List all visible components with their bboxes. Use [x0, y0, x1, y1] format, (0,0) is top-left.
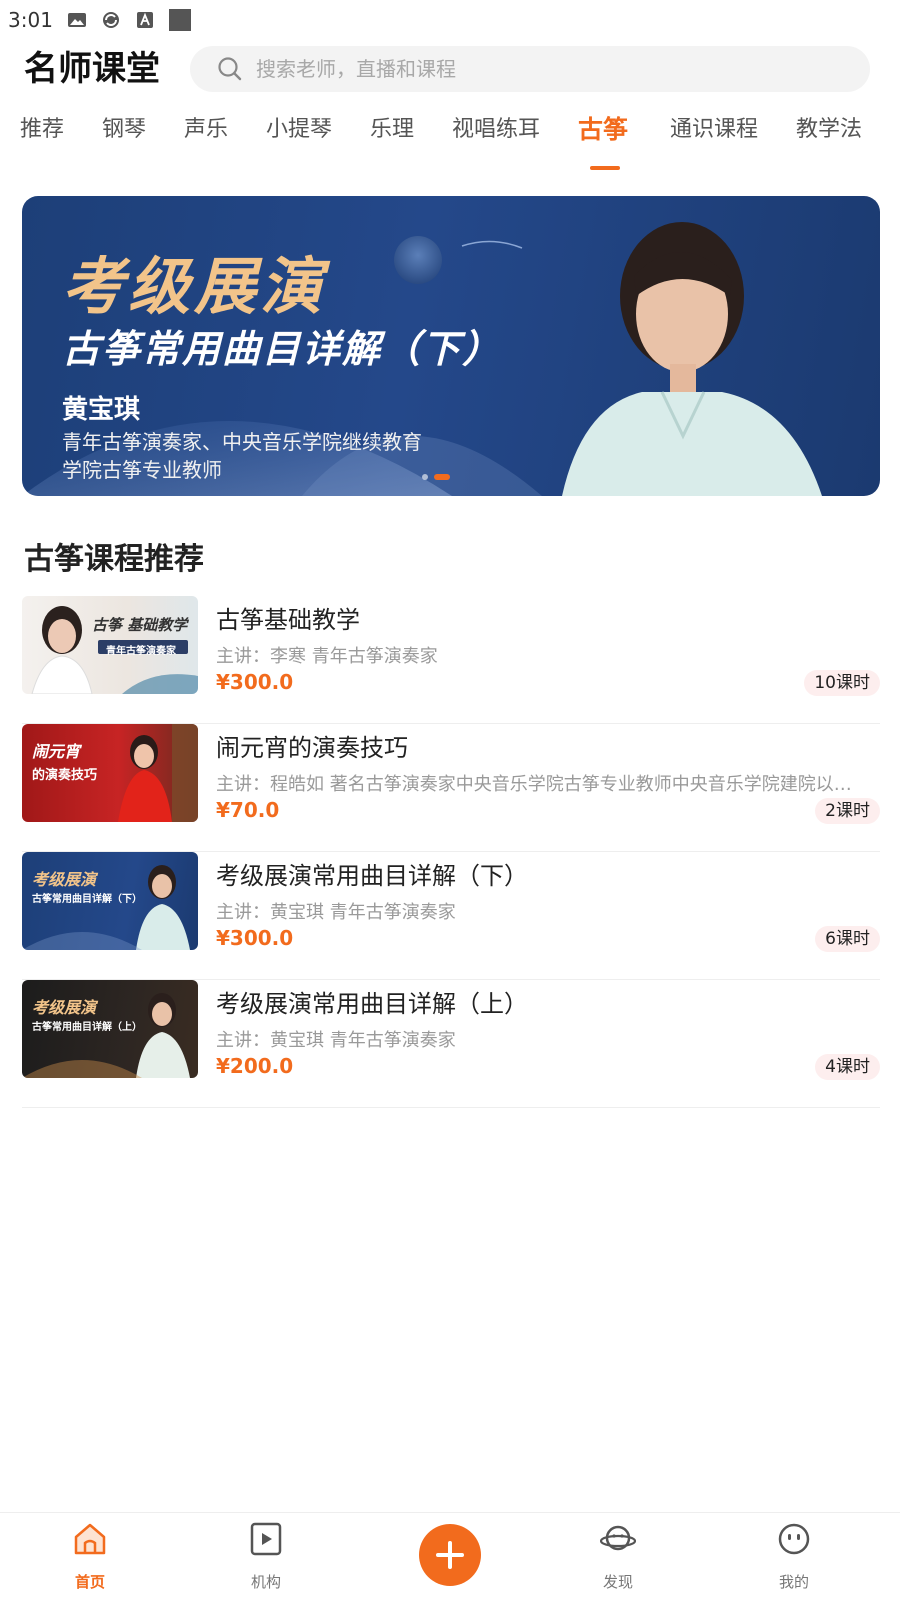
- tab-piano[interactable]: 钢琴: [102, 112, 146, 148]
- carousel-dot-active[interactable]: [434, 474, 450, 480]
- nav-home[interactable]: 首页: [40, 1513, 140, 1600]
- thumbnail-caption: 考级展演: [32, 870, 97, 889]
- plus-icon: [436, 1541, 464, 1569]
- course-title: 考级展演常用曲目详解（下）: [216, 862, 528, 890]
- tab-guzheng[interactable]: 古筝: [578, 112, 628, 148]
- course-list: 古筝 基础教学 青年古筝演奏家 古筝基础教学 主讲：李寒 青年古筝演奏家 ¥30…: [22, 596, 880, 1108]
- tab-general-courses[interactable]: 通识课程: [670, 112, 758, 148]
- tab-pedagogy[interactable]: 教学法: [796, 112, 862, 148]
- course-price: ¥70.0: [216, 798, 280, 822]
- nav-discover[interactable]: 发现: [568, 1513, 668, 1600]
- nav-label: 发现: [602, 1573, 633, 1591]
- tab-vocal[interactable]: 声乐: [184, 112, 228, 148]
- add-button[interactable]: [419, 1524, 481, 1586]
- planet-icon: [600, 1525, 636, 1551]
- course-title: 古筝基础教学: [216, 606, 360, 634]
- course-thumbnail: 古筝 基础教学 青年古筝演奏家: [22, 596, 198, 694]
- thumbnail-caption-secondary: 的演奏技巧: [32, 768, 98, 783]
- tab-recommend[interactable]: 推荐: [20, 112, 64, 148]
- nav-institution[interactable]: 机构: [216, 1513, 316, 1600]
- course-item[interactable]: 闹元宵 的演奏技巧 闹元宵的演奏技巧 主讲：程皓如 著名古筝演奏家中央音乐学院古…: [22, 724, 880, 852]
- text-notification-icon: [136, 12, 153, 28]
- category-tabs: 推荐 钢琴 声乐 小提琴 乐理 视唱练耳 古筝 通识课程 教学法: [0, 112, 900, 174]
- course-title: 考级展演常用曲目详解（上）: [216, 990, 528, 1018]
- nav-label: 机构: [250, 1573, 281, 1591]
- lesson-count-badge: 6课时: [815, 926, 880, 952]
- course-item[interactable]: 古筝 基础教学 青年古筝演奏家 古筝基础教学 主讲：李寒 青年古筝演奏家 ¥30…: [22, 596, 880, 724]
- search-bar[interactable]: [190, 46, 870, 92]
- active-tab-indicator: [590, 166, 620, 170]
- nav-label: 我的: [778, 1573, 809, 1591]
- search-icon: [218, 57, 242, 81]
- course-lecturer: 主讲：黄宝琪 青年古筝演奏家: [216, 1030, 456, 1051]
- thumbnail-caption: 闹元宵: [32, 742, 81, 761]
- thumbnail-caption-secondary: 青年古筝演奏家: [106, 646, 176, 657]
- image-notification-icon: [67, 13, 86, 27]
- banner-teacher-desc-line1: 青年古筝演奏家、中央音乐学院继续教育: [62, 430, 422, 454]
- lesson-count-badge: 10课时: [804, 670, 880, 696]
- square-notification-icon: [168, 9, 191, 31]
- tab-sight-singing[interactable]: 视唱练耳: [452, 112, 540, 148]
- lesson-count-badge: 2课时: [815, 798, 880, 824]
- course-thumbnail: 考级展演 古筝常用曲目详解（上）: [22, 980, 198, 1078]
- course-lecturer: 主讲：程皓如 著名古筝演奏家中央音乐学院古筝专业教师中央音乐学院建院以来…: [216, 774, 866, 795]
- banner-headline: 考级展演: [62, 250, 327, 323]
- search-input[interactable]: [256, 57, 816, 81]
- promo-banner[interactable]: 考级展演 古筝常用曲目详解（下） 黄宝琪 青年古筝演奏家、中央音乐学院继续教育 …: [22, 196, 880, 496]
- video-icon: [250, 1522, 282, 1556]
- section-title: 古筝课程推荐: [24, 542, 204, 577]
- course-item[interactable]: 考级展演 古筝常用曲目详解（上） 考级展演常用曲目详解（上） 主讲：黄宝琪 青年…: [22, 980, 880, 1108]
- thumbnail-caption-secondary: 古筝常用曲目详解（上）: [32, 1022, 142, 1033]
- tab-music-theory[interactable]: 乐理: [370, 112, 414, 148]
- course-price: ¥300.0: [216, 926, 294, 950]
- course-price: ¥300.0: [216, 670, 294, 694]
- home-icon: [74, 1523, 106, 1555]
- thumbnail-caption: 考级展演: [32, 998, 97, 1017]
- course-item[interactable]: 考级展演 古筝常用曲目详解（下） 考级展演常用曲目详解（下） 主讲：黄宝琪 青年…: [22, 852, 880, 980]
- nav-label: 首页: [74, 1573, 105, 1591]
- sync-notification-icon: [102, 12, 119, 28]
- carousel-dot[interactable]: [422, 474, 428, 480]
- banner-teacher-desc-line2: 学院古筝专业教师: [62, 458, 222, 482]
- course-thumbnail: 考级展演 古筝常用曲目详解（下）: [22, 852, 198, 950]
- tab-violin[interactable]: 小提琴: [266, 112, 332, 148]
- course-lecturer: 主讲：李寒 青年古筝演奏家: [216, 646, 438, 667]
- course-thumbnail: 闹元宵 的演奏技巧: [22, 724, 198, 822]
- lesson-count-badge: 4课时: [815, 1054, 880, 1080]
- course-price: ¥200.0: [216, 1054, 294, 1078]
- status-bar: 3:01: [0, 0, 900, 40]
- thumbnail-caption: 古筝 基础教学: [92, 616, 188, 634]
- carousel-indicator: [422, 474, 450, 480]
- course-title: 闹元宵的演奏技巧: [216, 734, 408, 762]
- status-time: 3:01: [8, 8, 53, 32]
- banner-teacher-name: 黄宝琪: [62, 395, 141, 425]
- header: 名师课堂: [0, 44, 900, 94]
- course-lecturer: 主讲：黄宝琪 青年古筝演奏家: [216, 902, 456, 923]
- thumbnail-caption-secondary: 古筝常用曲目详解（下）: [32, 894, 142, 905]
- app-title: 名师课堂: [24, 49, 160, 89]
- profile-face-icon: [778, 1523, 810, 1555]
- banner-subtitle: 古筝常用曲目详解（下）: [62, 327, 503, 371]
- nav-profile[interactable]: 我的: [744, 1513, 844, 1600]
